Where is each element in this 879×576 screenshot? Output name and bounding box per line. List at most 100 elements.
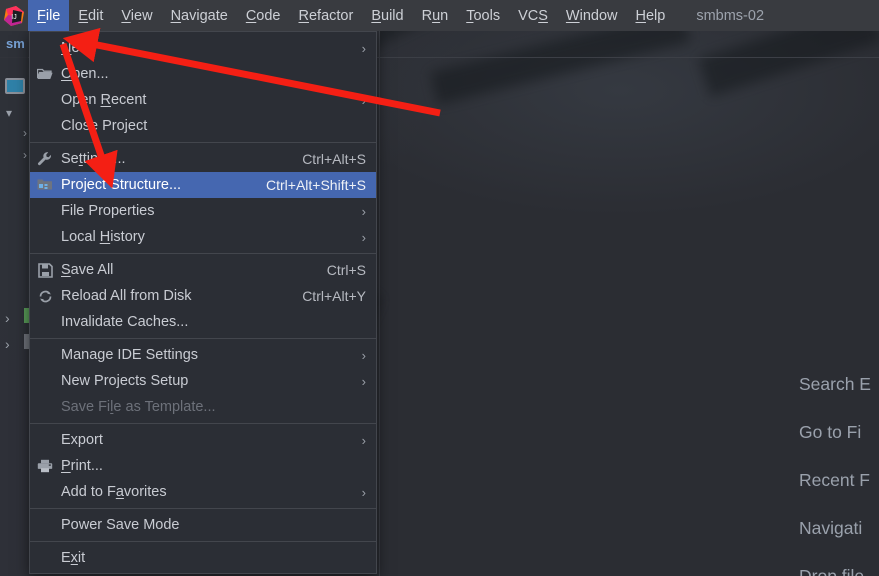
save-floppy-icon: [36, 262, 54, 278]
menu-item-shortcut: Ctrl+Alt+S: [302, 151, 366, 167]
menubar-item-file[interactable]: File: [28, 0, 70, 31]
printer-icon: [36, 458, 54, 474]
chevron-right-icon: ›: [361, 92, 366, 108]
menu-item-settings[interactable]: Settings... Ctrl+Alt+S: [30, 146, 376, 172]
menubar-item-label: Edit: [78, 7, 104, 24]
panel-divider-left: [379, 31, 380, 576]
tree-chevron-right-icon-4[interactable]: ›: [5, 336, 10, 352]
menubar-item-label: Code: [245, 7, 281, 24]
tree-chevron-right-icon-1[interactable]: ›: [23, 126, 27, 140]
menu-item-label: Local History: [61, 229, 145, 245]
menu-item-print[interactable]: Print...: [30, 453, 376, 479]
chevron-right-icon: ›: [361, 229, 366, 245]
menubar-item-build[interactable]: Build: [362, 0, 412, 31]
hint-navigation-bar: Navigati: [799, 518, 863, 538]
chevron-right-icon: ›: [361, 484, 366, 500]
main-menu-bar[interactable]: IJ File Edit View Navigate Code Refactor Build…: [0, 0, 879, 31]
menu-separator: [30, 508, 376, 509]
project-tab-label[interactable]: sm: [6, 36, 25, 51]
menu-item-label: Save All: [61, 262, 114, 278]
intellij-idea-window: sm ▾ › › › › Search E Go to Fi Recent F …: [0, 0, 879, 576]
chevron-right-icon: ›: [361, 203, 366, 219]
menu-item-close-project[interactable]: Close Project: [30, 113, 376, 139]
wrench-icon: [36, 151, 54, 167]
menu-item-label: Reload All from Disk: [61, 288, 192, 304]
menu-item-shortcut: Ctrl+S: [326, 262, 366, 278]
editor-hint-list: Search E Go to Fi Recent F Navigati Drop…: [799, 360, 871, 576]
menu-separator: [30, 423, 376, 424]
menu-separator: [30, 338, 376, 339]
menu-item-label: New Projects Setup: [61, 373, 189, 389]
menu-separator: [30, 541, 376, 542]
menu-item-manage-ide-settings[interactable]: Manage IDE Settings ›: [30, 342, 376, 368]
tree-chevron-right-icon-2[interactable]: ›: [23, 148, 27, 162]
tree-chevron-right-icon-3[interactable]: ›: [5, 310, 10, 326]
menu-item-label: New: [61, 40, 91, 56]
menu-item-new-projects-setup[interactable]: New Projects Setup ›: [30, 368, 376, 394]
left-tool-rail[interactable]: [0, 31, 28, 576]
menu-item-save-file-as-template: Save File as Template...: [30, 394, 376, 420]
menubar-item-label: Build: [371, 7, 404, 24]
tool-window-icon[interactable]: [5, 78, 25, 94]
menu-item-shortcut: Ctrl+Alt+Y: [302, 288, 366, 304]
menubar-item-label: Tools: [466, 7, 501, 24]
menubar-item-label: Navigate: [170, 7, 228, 24]
menu-item-file-properties[interactable]: File Properties ›: [30, 198, 376, 224]
menubar-item-label: Help: [635, 7, 666, 24]
menu-item-label: Print...: [61, 458, 103, 474]
menu-item-label: Exit: [61, 550, 86, 566]
menu-item-label: Open...: [61, 66, 109, 82]
menu-item-open[interactable]: Open...: [30, 61, 376, 87]
chevron-down-icon[interactable]: ▾: [6, 106, 12, 120]
menubar-item-refactor[interactable]: Refactor: [290, 0, 363, 31]
intellij-idea-logo-icon: IJ: [0, 0, 28, 31]
menubar-item-label: Refactor: [298, 7, 354, 24]
menu-item-label: Export: [61, 432, 103, 448]
menu-item-label: Add to Favorites: [61, 484, 167, 500]
menu-item-label: Save File as Template...: [61, 399, 216, 415]
menu-item-label: Close Project: [61, 118, 148, 134]
menu-separator: [30, 253, 376, 254]
menu-item-save-all[interactable]: Save All Ctrl+S: [30, 257, 376, 283]
menubar-item-vcs[interactable]: VCS: [509, 0, 557, 31]
menu-item-reload-all-from-disk[interactable]: Reload All from Disk Ctrl+Alt+Y: [30, 283, 376, 309]
menu-item-add-to-favorites[interactable]: Add to Favorites ›: [30, 479, 376, 505]
hint-go-to-file: Go to Fi: [799, 422, 862, 442]
menu-item-label: Project Structure...: [61, 177, 182, 193]
menubar-item-tools[interactable]: Tools: [457, 0, 509, 31]
menu-item-project-structure[interactable]: Project Structure... Ctrl+Alt+Shift+S: [30, 172, 376, 198]
menu-item-power-save-mode[interactable]: Power Save Mode: [30, 512, 376, 538]
menu-item-label: Manage IDE Settings: [61, 347, 199, 363]
menu-item-open-recent[interactable]: Open Recent ›: [30, 87, 376, 113]
menu-separator: [30, 142, 376, 143]
menu-item-new[interactable]: New ›: [30, 35, 376, 61]
menubar-item-edit[interactable]: Edit: [69, 0, 112, 31]
menu-item-label: Open Recent: [61, 92, 147, 108]
file-menu-dropdown[interactable]: New › Open... Open Recent › Close Project Sett…: [29, 31, 377, 574]
menu-item-export[interactable]: Export ›: [30, 427, 376, 453]
project-name-label: smbms-02: [696, 7, 765, 24]
menubar-item-run[interactable]: Run: [413, 0, 458, 31]
hint-recent-files: Recent F: [799, 470, 870, 490]
menubar-item-label: View: [121, 7, 153, 24]
panel-divider-top: [379, 57, 879, 58]
menubar-item-help[interactable]: Help: [626, 0, 674, 31]
menubar-item-window[interactable]: Window: [557, 0, 627, 31]
chevron-right-icon: ›: [361, 347, 366, 363]
menubar-item-label: Run: [421, 7, 449, 24]
menubar-item-label: Window: [565, 7, 618, 24]
svg-text:IJ: IJ: [11, 14, 16, 21]
chevron-right-icon: ›: [361, 432, 366, 448]
menubar-item-code[interactable]: Code: [237, 0, 290, 31]
menu-item-label: Power Save Mode: [61, 517, 180, 533]
menubar-item-label: VCS: [518, 7, 548, 24]
menu-item-exit[interactable]: Exit: [30, 545, 376, 571]
hint-search-everywhere: Search E: [799, 374, 871, 394]
menu-item-invalidate-caches[interactable]: Invalidate Caches...: [30, 309, 376, 335]
menu-item-label: Settings...: [61, 151, 126, 167]
menubar-item-navigate[interactable]: Navigate: [162, 0, 237, 31]
hint-drop-files: Drop file: [799, 566, 865, 576]
menubar-item-view[interactable]: View: [112, 0, 161, 31]
menu-item-local-history[interactable]: Local History ›: [30, 224, 376, 250]
folder-open-icon: [36, 66, 54, 82]
